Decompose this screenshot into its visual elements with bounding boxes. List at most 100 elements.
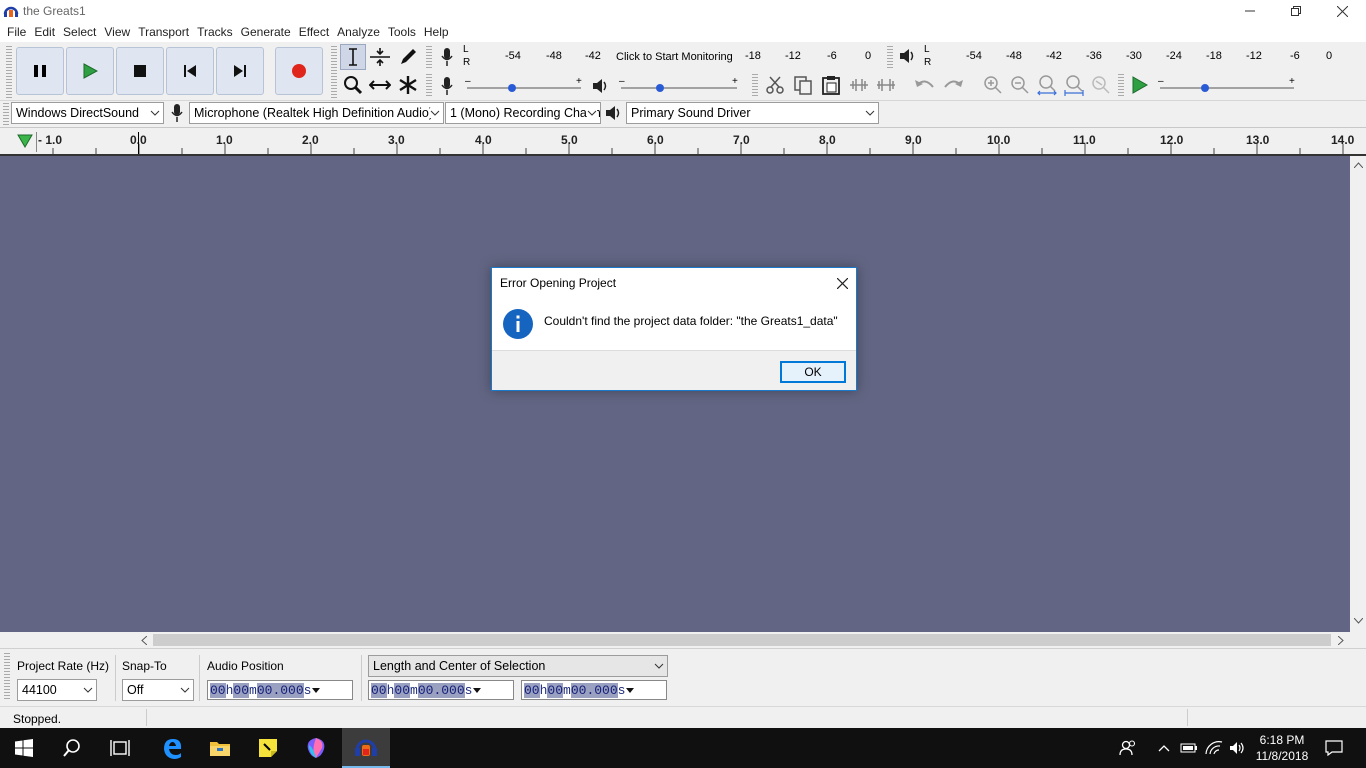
horizontal-scrollbar[interactable] [137,632,1350,648]
asterisk-icon [399,76,417,94]
audio-host-dropdown[interactable]: Windows DirectSound [11,102,164,124]
menu-effect[interactable]: Effect [299,22,329,42]
start-button[interactable] [0,728,48,768]
redo-button[interactable] [940,72,966,98]
play-button[interactable] [66,47,114,95]
recording-volume-slider[interactable]: – + [463,76,585,96]
selection-tool[interactable] [340,44,366,70]
play-meter-speaker-icon[interactable] [898,47,918,65]
play-at-speed-button[interactable] [1127,72,1153,98]
audio-position-time[interactable]: 00 h 00 m 00.000 s [207,680,353,700]
time-shift-tool[interactable] [367,72,393,98]
menu-file[interactable]: File [7,22,26,42]
taskbar-file-explorer[interactable] [196,728,244,768]
paint-3d-icon [307,738,325,758]
menu-tracks[interactable]: Tracks [197,22,233,42]
action-center-button[interactable] [1316,728,1352,768]
play-meter[interactable]: -54 -48 -42 -36 -30 -24 -18 -12 -6 0 [934,46,1340,66]
timeline-ruler[interactable]: - 1.0 0.0 1.0 2.0 3.0 4.0 5.0 6.0 7.0 8.… [0,128,1366,156]
wifi-icon[interactable] [1202,728,1226,768]
project-rate-combo[interactable]: 44100 [17,679,97,701]
ok-button[interactable]: OK [780,361,846,383]
show-hidden-icons-button[interactable] [1152,728,1176,768]
mixer-grip[interactable] [426,74,432,96]
play-meter-grip[interactable] [887,46,893,68]
copy-button[interactable] [790,72,816,98]
multi-tool[interactable] [395,72,421,98]
menu-generate[interactable]: Generate [241,22,291,42]
scissors-icon [766,76,784,94]
skip-to-end-button[interactable] [216,47,264,95]
record-meter-mic-icon[interactable] [440,47,454,67]
zoom-out-button[interactable] [1007,72,1033,98]
horizontal-scroll-thumb[interactable] [153,634,1331,646]
selection-length-time[interactable]: 00 h 00 m 00.000 s [368,680,514,700]
record-button[interactable] [275,47,323,95]
undo-icon [915,80,934,88]
task-view-button[interactable] [96,728,144,768]
fit-selection-button[interactable] [1034,72,1060,98]
device-grip[interactable] [3,103,9,125]
minimize-button[interactable] [1227,0,1273,22]
cut-button[interactable] [762,72,788,98]
selection-mode-dropdown[interactable]: Length and Center of Selection [368,655,668,677]
pause-button[interactable] [16,47,64,95]
envelope-tool[interactable] [367,44,393,70]
menu-tools[interactable]: Tools [388,22,416,42]
scroll-down-icon [1354,618,1363,624]
play-at-speed-slider[interactable]: – + [1156,76,1298,96]
snap-to-dropdown[interactable]: Off [122,679,194,701]
sticky-note-icon [259,739,277,757]
playback-device-speaker-icon [604,104,624,122]
recording-device-dropdown[interactable]: Microphone (Realtek High Definition Audi… [189,102,444,124]
dialog-close-button[interactable] [828,271,856,295]
zoom-fit-icon [1064,75,1084,96]
taskbar-sticky-notes[interactable] [244,728,292,768]
menu-help[interactable]: Help [424,22,449,42]
undo-button[interactable] [912,72,938,98]
record-meter-grip[interactable] [426,46,432,68]
zoom-in-button[interactable] [980,72,1006,98]
silence-audio-button[interactable] [873,72,899,98]
track-panel[interactable] [0,156,1350,632]
zoom-out-icon [1011,76,1029,94]
menu-analyze[interactable]: Analyze [337,22,380,42]
taskbar-paint-3d[interactable] [292,728,340,768]
play-at-speed-grip[interactable] [1118,74,1124,96]
zoom-tool[interactable] [340,72,366,98]
volume-icon[interactable] [1226,728,1250,768]
menu-edit[interactable]: Edit [34,22,55,42]
taskbar-audacity[interactable] [342,728,390,768]
battery-icon[interactable] [1177,728,1201,768]
people-button[interactable] [1106,728,1150,768]
window-title: the Greats1 [23,4,86,18]
transport-grip[interactable] [6,46,12,98]
menu-select[interactable]: Select [63,22,96,42]
stop-button[interactable] [116,47,164,95]
vertical-scrollbar[interactable] [1350,156,1366,632]
clipboard-icon [822,76,840,95]
edit-grip[interactable] [752,74,758,96]
paste-button[interactable] [818,72,844,98]
menu-view[interactable]: View [104,22,130,42]
task-view-icon [110,740,130,756]
search-button[interactable] [48,728,96,768]
selection-center-time[interactable]: 00 h 00 m 00.000 s [521,680,667,700]
recording-channels-dropdown[interactable]: 1 (Mono) Recording Channel [445,102,601,124]
trim-audio-button[interactable] [846,72,872,98]
svg-text:–: – [1158,76,1164,87]
tools-grip[interactable] [331,46,337,98]
draw-tool[interactable] [395,44,421,70]
playback-volume-slider[interactable]: – + [617,76,741,96]
menu-transport[interactable]: Transport [138,22,189,42]
selection-grip[interactable] [4,653,10,701]
taskbar-edge[interactable] [148,728,196,768]
close-window-button[interactable] [1319,0,1365,22]
record-meter[interactable]: -54 -48 -42 Click to Start Monitoring -1… [473,46,877,66]
fit-project-button[interactable] [1061,72,1087,98]
playback-device-dropdown[interactable]: Primary Sound Driver [626,102,879,124]
skip-to-start-button[interactable] [166,47,214,95]
system-clock[interactable]: 6:18 PM 11/8/2018 [1252,732,1312,766]
restore-button[interactable] [1273,0,1319,22]
zoom-toggle-button[interactable] [1088,72,1114,98]
